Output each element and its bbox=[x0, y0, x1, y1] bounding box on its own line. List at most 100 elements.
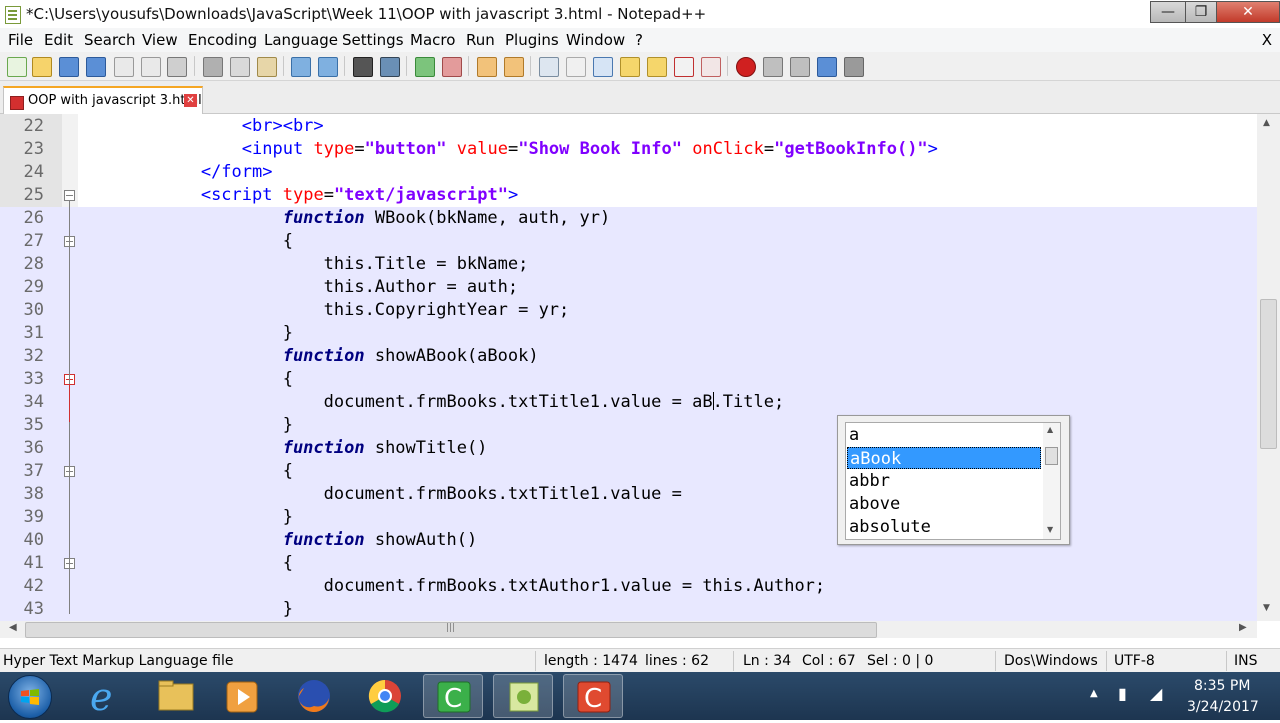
code-line[interactable]: 31 } bbox=[0, 322, 1257, 345]
code-line[interactable]: 22 <br><br> bbox=[0, 115, 1257, 138]
undo-icon[interactable] bbox=[291, 57, 311, 77]
code-line[interactable]: 24 </form> bbox=[0, 161, 1257, 184]
sync-vertical-icon[interactable] bbox=[477, 57, 497, 77]
code-line[interactable]: 23 <input type="button" value="Show Book… bbox=[0, 138, 1257, 161]
camtasia-studio-taskbar-button[interactable]: C bbox=[563, 674, 623, 718]
menu-bar: File Edit Search View Encoding Language … bbox=[0, 28, 1280, 52]
close-file-icon[interactable] bbox=[114, 57, 134, 77]
code-line[interactable]: 42 document.frmBooks.txtAuthor1.value = … bbox=[0, 575, 1257, 598]
copy-icon[interactable] bbox=[230, 57, 250, 77]
horizontal-scrollbar[interactable]: ◀ ||| ▶ bbox=[0, 621, 1257, 638]
autocomplete-item[interactable]: abbr bbox=[847, 470, 1043, 492]
code-line[interactable]: 29 this.Author = auth; bbox=[0, 276, 1257, 299]
find-icon[interactable] bbox=[353, 57, 373, 77]
stop-recording-icon[interactable] bbox=[763, 57, 783, 77]
close-document-button[interactable]: X bbox=[1262, 31, 1272, 49]
menu-window[interactable]: Window bbox=[566, 31, 625, 49]
user-defined-language-icon[interactable] bbox=[620, 57, 640, 77]
media-player-taskbar-button[interactable] bbox=[213, 674, 273, 718]
close-button[interactable]: ✕ bbox=[1216, 1, 1280, 23]
folder-as-workspace-icon[interactable] bbox=[701, 57, 721, 77]
vertical-scroll-thumb[interactable] bbox=[1260, 299, 1277, 449]
menu-plugins[interactable]: Plugins bbox=[505, 31, 559, 49]
internet-explorer-taskbar-button[interactable]: e bbox=[76, 674, 136, 719]
network-icon[interactable]: ◢ bbox=[1150, 684, 1162, 703]
svg-text:e: e bbox=[90, 675, 113, 718]
autocomplete-scrollbar[interactable]: ▲ ▼ bbox=[1043, 422, 1061, 540]
replace-icon[interactable] bbox=[380, 57, 400, 77]
scroll-left-arrow-icon[interactable]: ◀ bbox=[9, 622, 17, 633]
menu-language[interactable]: Language bbox=[264, 31, 338, 49]
menu-help[interactable]: ? bbox=[635, 31, 643, 49]
file-explorer-taskbar-button[interactable] bbox=[146, 674, 206, 718]
code-line[interactable]: 30 this.CopyrightYear = yr; bbox=[0, 299, 1257, 322]
tab-close-button[interactable]: ✕ bbox=[184, 94, 197, 107]
autocomplete-item[interactable]: above bbox=[847, 493, 1043, 515]
scroll-down-arrow-icon[interactable]: ▼ bbox=[1047, 525, 1053, 534]
tab-oop-with-javascript-3[interactable]: OOP with javascript 3.html ✕ bbox=[3, 86, 203, 114]
code-line[interactable]: 28 this.Title = bkName; bbox=[0, 253, 1257, 276]
sync-horizontal-icon[interactable] bbox=[504, 57, 524, 77]
minimize-button[interactable]: — bbox=[1150, 1, 1186, 23]
function-list-icon[interactable] bbox=[674, 57, 694, 77]
clock-time[interactable]: 8:35 PM bbox=[1194, 678, 1250, 694]
line-number: 26 bbox=[23, 208, 44, 228]
code-line[interactable]: 26 function WBook(bkName, auth, yr) bbox=[0, 207, 1257, 230]
zoom-in-icon[interactable] bbox=[415, 57, 435, 77]
paste-icon[interactable] bbox=[257, 57, 277, 77]
code-line[interactable]: 34 document.frmBooks.txtTitle1.value = a… bbox=[0, 391, 1257, 414]
code-text: { bbox=[78, 553, 293, 573]
close-all-icon[interactable] bbox=[141, 57, 161, 77]
autocomplete-list[interactable]: a aBook abbr above absolute bbox=[845, 422, 1044, 540]
word-wrap-icon[interactable] bbox=[539, 57, 559, 77]
autocomplete-item[interactable]: a bbox=[847, 424, 1043, 446]
save-all-icon[interactable] bbox=[86, 57, 106, 77]
clock-date[interactable]: 3/24/2017 bbox=[1187, 699, 1259, 715]
menu-encoding[interactable]: Encoding bbox=[188, 31, 257, 49]
scroll-up-arrow-icon[interactable]: ▲ bbox=[1047, 425, 1053, 434]
scroll-up-arrow-icon[interactable]: ▲ bbox=[1263, 118, 1270, 128]
power-icon[interactable]: ▮ bbox=[1118, 684, 1127, 703]
open-file-icon[interactable] bbox=[32, 57, 52, 77]
firefox-taskbar-button[interactable] bbox=[284, 674, 344, 718]
insert-mode: INS bbox=[1234, 653, 1258, 669]
zoom-out-icon[interactable] bbox=[442, 57, 462, 77]
code-line[interactable]: 25 <script type="text/javascript"> bbox=[0, 184, 1257, 207]
show-hidden-icons-icon[interactable]: ▲ bbox=[1090, 688, 1098, 699]
document-map-icon[interactable] bbox=[647, 57, 667, 77]
code-line[interactable]: 33 { bbox=[0, 368, 1257, 391]
menu-settings[interactable]: Settings bbox=[342, 31, 404, 49]
vertical-scrollbar[interactable]: ▲ ▼ bbox=[1257, 114, 1280, 621]
code-line[interactable]: 43 } bbox=[0, 598, 1257, 621]
camtasia-recorder-taskbar-button[interactable]: C bbox=[423, 674, 483, 718]
show-all-characters-icon[interactable] bbox=[566, 57, 586, 77]
save-macro-icon[interactable] bbox=[844, 57, 864, 77]
code-line[interactable]: 41 { bbox=[0, 552, 1257, 575]
record-macro-icon[interactable] bbox=[736, 57, 756, 77]
scroll-right-arrow-icon[interactable]: ▶ bbox=[1239, 622, 1247, 633]
new-file-icon[interactable] bbox=[7, 57, 27, 77]
menu-run[interactable]: Run bbox=[466, 31, 495, 49]
autocomplete-scroll-thumb[interactable] bbox=[1045, 447, 1058, 465]
autocomplete-item[interactable]: absolute bbox=[847, 516, 1043, 538]
autocomplete-item[interactable]: aBook bbox=[847, 447, 1041, 469]
maximize-button[interactable]: ❐ bbox=[1185, 1, 1217, 23]
print-icon[interactable] bbox=[167, 57, 187, 77]
indent-guide-icon[interactable] bbox=[593, 57, 613, 77]
start-button[interactable] bbox=[8, 675, 52, 719]
menu-view[interactable]: View bbox=[142, 31, 178, 49]
save-icon[interactable] bbox=[59, 57, 79, 77]
playback-macro-icon[interactable] bbox=[790, 57, 810, 77]
chrome-taskbar-button[interactable] bbox=[355, 674, 415, 718]
run-macro-multiple-icon[interactable] bbox=[817, 57, 837, 77]
cut-icon[interactable] bbox=[203, 57, 223, 77]
code-line[interactable]: 32 function showABook(aBook) bbox=[0, 345, 1257, 368]
menu-file[interactable]: File bbox=[8, 31, 33, 49]
redo-icon[interactable] bbox=[318, 57, 338, 77]
scroll-down-arrow-icon[interactable]: ▼ bbox=[1263, 603, 1270, 613]
menu-search[interactable]: Search bbox=[84, 31, 136, 49]
code-line[interactable]: 27 { bbox=[0, 230, 1257, 253]
notepad-plus-plus-taskbar-button[interactable] bbox=[493, 674, 553, 718]
menu-edit[interactable]: Edit bbox=[44, 31, 73, 49]
menu-macro[interactable]: Macro bbox=[410, 31, 455, 49]
